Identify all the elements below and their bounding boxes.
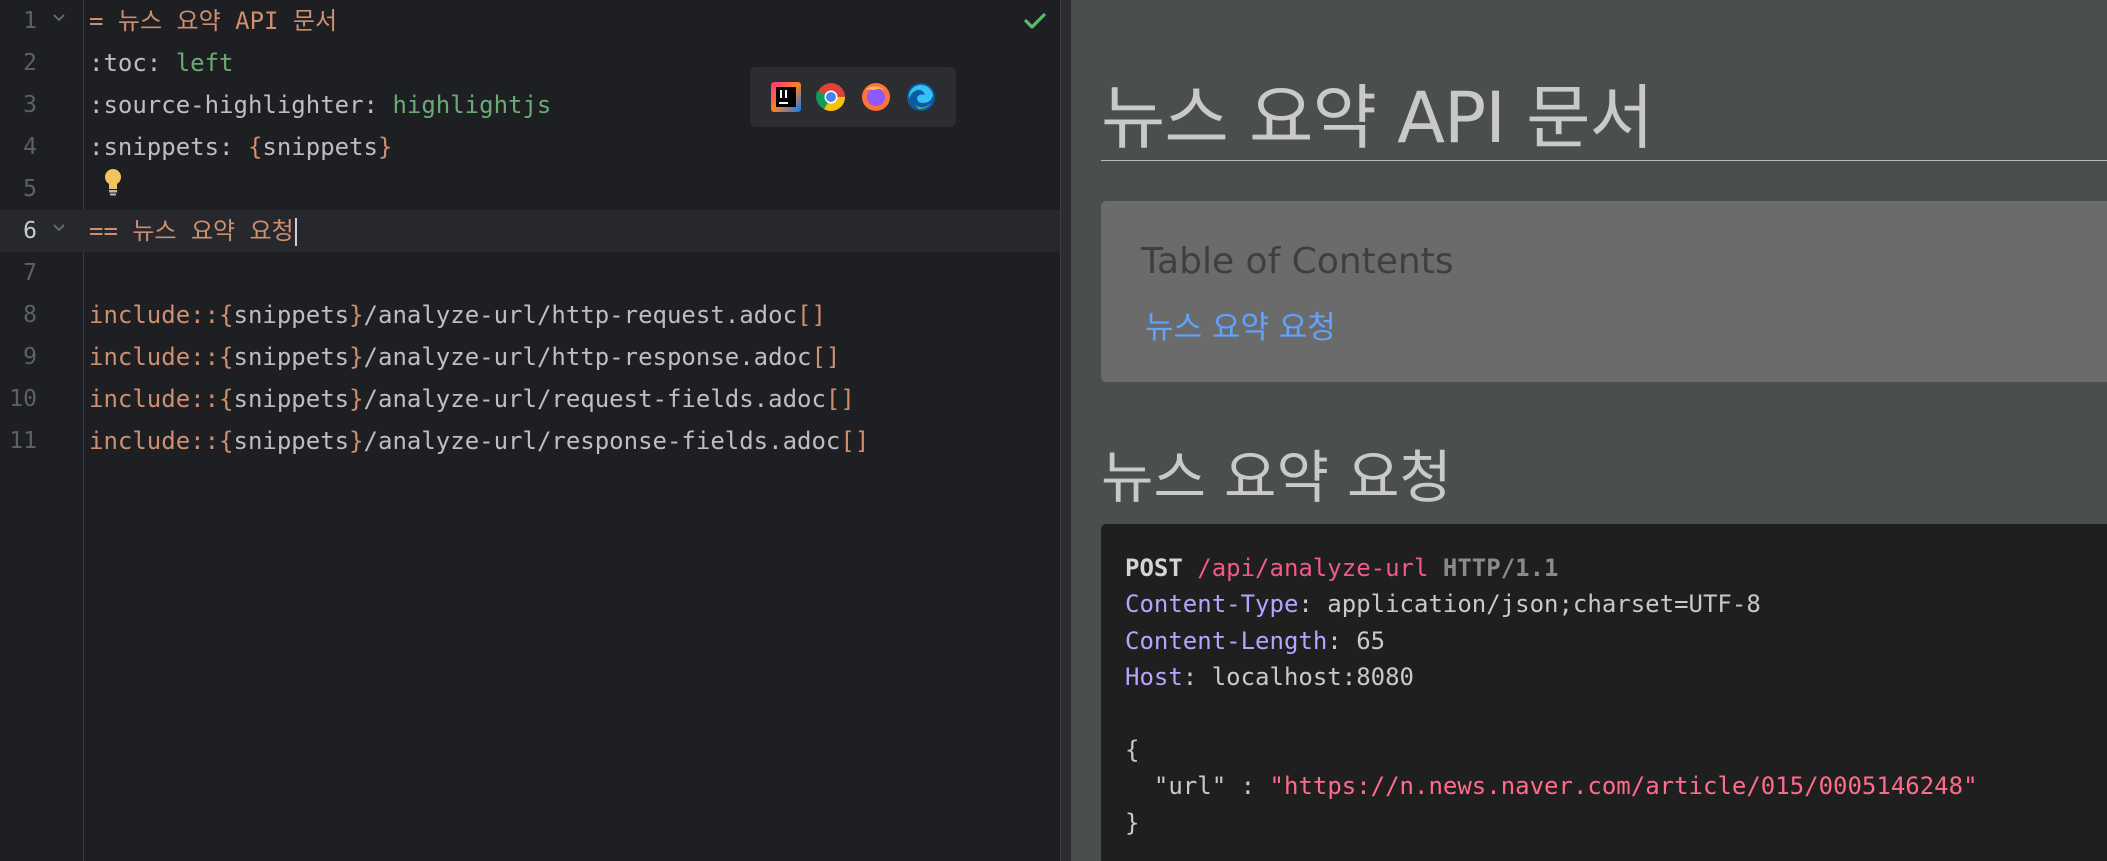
code-token: } [349,427,364,455]
code-token: } [349,343,364,371]
editor-line[interactable]: 1 = 뉴스 요약 API 문서 [0,0,1060,42]
code-token: [] [825,385,855,413]
code-token: :snippets: [89,133,248,161]
http-request-listing: POST /api/analyze-url HTTP/1.1 Content-T… [1101,524,2107,861]
asciidoc-editor[interactable]: 1 = 뉴스 요약 API 문서 2 :toc: left 3 :source-highl… [0,0,1060,861]
table-of-contents: Table of Contents 뉴스 요약 요청 [1101,201,2107,382]
code-token: snippets [233,301,350,329]
line-number[interactable]: 11 [0,428,37,454]
chrome-icon[interactable] [815,81,847,113]
editor-line[interactable]: 9 include::{snippets}/analyze-url/http-re… [0,336,1060,378]
editor-line[interactable]: 5 [0,168,1060,210]
split-pane-divider[interactable] [1060,0,1071,861]
line-number[interactable]: 4 [0,134,37,160]
code-token: } [349,301,364,329]
body-key: "url" [1153,772,1227,801]
line-number[interactable]: 6 [0,218,37,244]
code-token: { [247,133,263,161]
code-token: include:: [89,301,220,329]
code-token: highlightjs [392,91,552,119]
code-token: :toc: [89,49,176,77]
code-text[interactable]: :source-highlighter: highlightjs [89,92,551,118]
code-token: [] [840,427,870,455]
line-number[interactable]: 7 [0,260,37,286]
body-open-brace: { [1125,736,1140,765]
checkmark-icon[interactable] [1023,11,1047,31]
editor-line[interactable]: 7 [0,252,1060,294]
code-token: { [219,427,234,455]
code-token: [] [797,301,826,329]
editor-line[interactable]: 11 include::{snippets}/analyze-url/respon… [0,420,1060,462]
code-token: == 뉴스 요약 요청 [89,217,294,245]
line-number[interactable]: 9 [0,344,37,370]
code-token: } [349,385,364,413]
header-key: Content-Length [1125,626,1328,655]
firefox-icon[interactable] [860,81,892,113]
code-token: snippets [233,427,350,455]
code-token: = 뉴스 요약 API 문서 [89,7,338,35]
http-path: /api/analyze-url [1197,554,1429,582]
code-token: left [175,49,234,77]
toc-title: Table of Contents [1141,241,1454,282]
code-token: snippets [233,385,350,413]
http-request-code: POST /api/analyze-url HTTP/1.1 Content-T… [1125,554,1978,837]
code-token: { [219,385,234,413]
edge-icon[interactable] [905,81,937,113]
body-separator: : [1226,772,1270,801]
code-token: include:: [89,385,220,413]
http-method: POST [1125,554,1183,582]
editor-line[interactable]: 8 include::{snippets}/analyze-url/http-re… [0,294,1060,336]
document-title: 뉴스 요약 API 문서 [1101,77,1654,159]
code-token: /analyze-url/response-fields.adoc [363,427,841,455]
lightbulb-icon[interactable] [102,167,124,197]
body-close-brace: } [1125,808,1140,837]
code-text[interactable]: :snippets: {snippets} [89,134,392,160]
editor-line[interactable]: 10 include::{snippets}/analyze-url/reques… [0,378,1060,420]
code-text[interactable]: include::{snippets}/analyze-url/http-res… [89,344,840,370]
editor-line[interactable]: 6 == 뉴스 요약 요청 [0,210,1060,252]
code-token: /analyze-url/http-response.adoc [363,343,812,371]
code-text[interactable]: include::{snippets}/analyze-url/request-… [89,386,855,412]
code-token: { [219,301,234,329]
code-text[interactable]: include::{snippets}/analyze-url/http-req… [89,302,826,328]
header-key: Content-Type [1125,590,1299,619]
code-text[interactable]: include::{snippets}/analyze-url/response… [89,428,869,454]
body-value: "https://n.news.naver.com/article/015/00… [1269,772,1978,801]
line-number[interactable]: 2 [0,50,37,76]
line-number[interactable]: 8 [0,302,37,328]
code-token: /analyze-url/request-fields.adoc [363,385,826,413]
line-number[interactable]: 3 [0,92,37,118]
http-protocol: HTTP/1.1 [1442,554,1559,582]
header-value: localhost:8080 [1211,663,1414,692]
title-divider [1101,160,2107,161]
fold-chevron-icon[interactable] [50,219,68,237]
header-value: 65 [1356,626,1386,655]
code-token: :source-highlighter: [89,91,393,119]
code-token: snippets [262,133,378,161]
line-number[interactable]: 10 [0,386,37,412]
code-token: include:: [89,427,220,455]
toc-link[interactable]: 뉴스 요약 요청 [1145,302,1336,347]
line-number[interactable]: 5 [0,176,37,202]
asciidoc-preview: 뉴스 요약 API 문서 Table of Contents 뉴스 요약 요청 … [1071,0,2107,861]
code-token: /analyze-url/http-request.adoc [363,301,798,329]
code-text[interactable]: = 뉴스 요약 API 문서 [89,8,337,34]
browser-preview-bar [750,67,956,127]
code-token: snippets [233,343,350,371]
code-token: include:: [89,343,220,371]
code-text[interactable]: :toc: left [89,50,234,76]
fold-chevron-icon[interactable] [50,9,68,27]
header-value: application/json;charset=UTF-8 [1327,590,1761,619]
code-token: } [378,133,393,161]
code-text[interactable]: == 뉴스 요약 요청 [89,218,297,246]
code-token: { [219,343,234,371]
intellij-icon[interactable] [770,81,802,113]
code-token: [] [811,343,841,371]
editor-line[interactable]: 4 :snippets: {snippets} [0,126,1060,168]
section-title: 뉴스 요약 요청 [1101,445,1452,511]
header-key: Host [1125,663,1183,692]
text-caret [294,218,297,246]
line-number[interactable]: 1 [0,8,37,34]
